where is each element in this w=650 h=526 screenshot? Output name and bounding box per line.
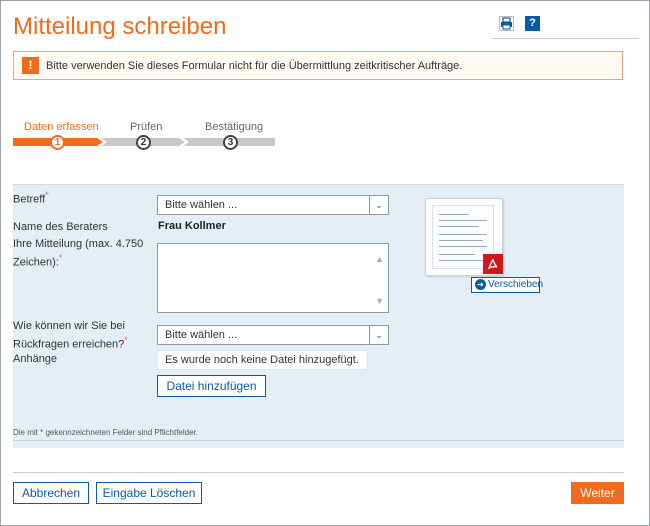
subject-select-value: Bitte wählen ...	[165, 199, 238, 211]
window-frame: Mitteilung schreiben ? ! Bitte verwenden…	[0, 0, 650, 526]
scroll-up-icon[interactable]: ▲	[375, 254, 384, 264]
attachments-label: Anhänge	[13, 353, 58, 365]
subject-select[interactable]: Bitte wählen ... ⌄	[157, 195, 389, 215]
chevron-down-icon[interactable]: ⌄	[369, 196, 388, 214]
required-fields-note: Die mit * gekennzeichneten Felder sind P…	[13, 428, 198, 437]
step-1-label: Daten erfassen	[24, 121, 99, 133]
page-title: Mitteilung schreiben	[13, 13, 227, 40]
help-icon[interactable]: ?	[525, 16, 540, 31]
contact-select-value: Bitte wählen ...	[165, 329, 238, 341]
warning-icon: !	[22, 57, 39, 74]
message-label: Ihre Mitteilung (max. 4.750 Zeichen):*	[13, 238, 144, 269]
clear-input-button[interactable]: Eingabe Löschen	[96, 482, 202, 504]
alert-text: Bitte verwenden Sie dieses Formular nich…	[46, 60, 463, 72]
contact-select[interactable]: Bitte wählen ... ⌄	[157, 325, 389, 345]
next-button[interactable]: Weiter	[571, 482, 624, 504]
step-2-number: 2	[136, 135, 151, 150]
footer-divider	[13, 472, 624, 473]
step-1-number: 1	[50, 135, 65, 150]
arrow-right-icon: ➜	[475, 279, 486, 290]
step-3-label: Bestätigung	[205, 121, 264, 133]
advisor-label: Name des Beraters	[13, 221, 108, 233]
step-3-number: 3	[223, 135, 238, 150]
attachments-status: Es wurde noch keine Datei hinzugefügt.	[157, 350, 368, 370]
cancel-button[interactable]: Abbrechen	[13, 482, 89, 504]
printer-icon[interactable]	[499, 16, 514, 31]
message-textarea[interactable]: ▲ ▼	[157, 243, 389, 313]
chevron-down-icon[interactable]: ⌄	[369, 326, 388, 344]
toolbar-divider	[491, 38, 639, 39]
scroll-down-icon[interactable]: ▼	[375, 296, 384, 306]
advisor-value: Frau Kollmer	[158, 220, 226, 232]
move-button-label: Verschieben	[488, 279, 544, 290]
panel-divider	[13, 440, 624, 441]
contact-label: Wie können wir Sie bei Rückfragen erreic…	[13, 320, 128, 351]
warning-alert: ! Bitte verwenden Sie dieses Formular ni…	[13, 51, 623, 80]
add-file-button[interactable]: Datei hinzufügen	[157, 375, 266, 397]
pdf-icon	[483, 254, 503, 274]
step-2-label: Prüfen	[130, 121, 163, 133]
move-button[interactable]: ➜ Verschieben	[471, 277, 544, 293]
subject-label: Betreff*	[13, 190, 49, 206]
